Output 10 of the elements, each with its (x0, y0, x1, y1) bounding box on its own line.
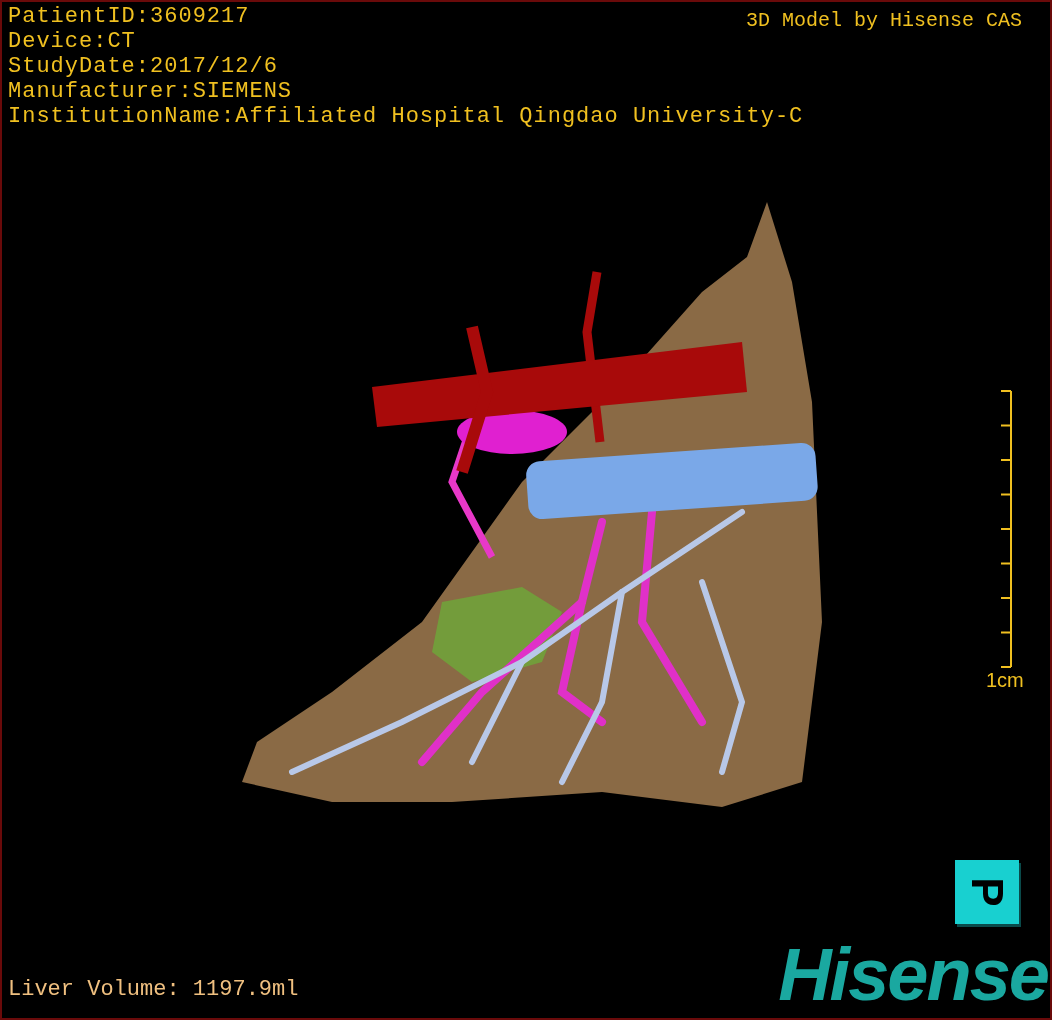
patient-info-text: Device:CT (8, 29, 136, 54)
view-button[interactable]: P (955, 860, 1019, 924)
patient-info-text: Manufacturer:SIEMENS (8, 79, 293, 104)
model-credit-text: 3D Model by Hisense CAS (745, 8, 1022, 34)
logo: Hisense (778, 938, 1048, 1012)
patient-info-text: InstitutionName:Affiliated Hospital Qingdao University-C (8, 104, 804, 129)
liver-volume-text: Liver Volume: 1197.9ml (8, 976, 299, 1004)
patient-info-text: StudyDate:2017/12/6 (8, 54, 278, 79)
patient-info-text: PatientID:3609217 (8, 4, 250, 29)
scale-label: 1cm (986, 670, 1024, 690)
